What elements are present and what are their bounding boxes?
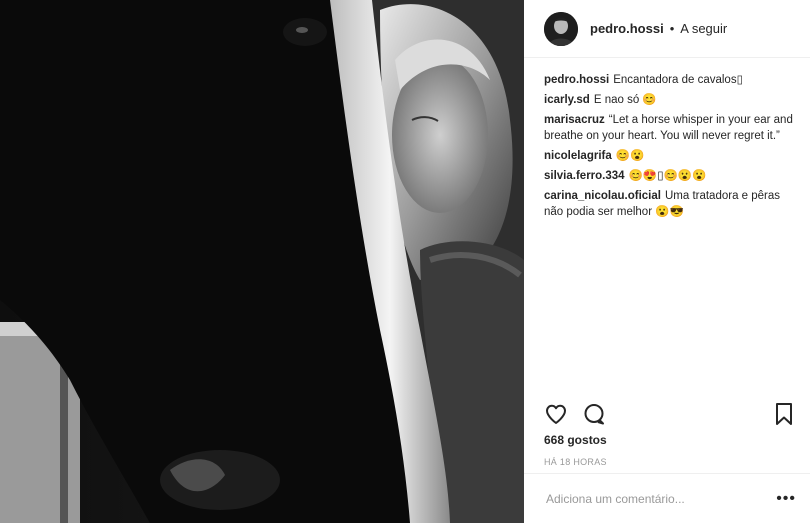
comment-username[interactable]: nicolelagrifa (544, 150, 612, 162)
post-sidebar: pedro.hossi • A seguir pedro.hossi Encant… (524, 0, 810, 523)
comment-text: 😊😍▯😊😮😮 (628, 170, 707, 182)
comment-username[interactable]: marisacruz (544, 114, 605, 126)
comment-text: E nao só 😊 (593, 94, 657, 106)
comment-input[interactable] (544, 490, 777, 507)
likes-count[interactable]: 668 gostos (544, 433, 607, 447)
post-header: pedro.hossi • A seguir (524, 0, 810, 58)
comment-text: Encantadora de cavalos▯ (613, 74, 743, 86)
action-bar (544, 398, 794, 430)
comment-icon[interactable] (582, 402, 606, 426)
comments-list: pedro.hossi Encantadora de cavalos▯ icarl… (524, 58, 810, 220)
post-photo[interactable] (0, 0, 524, 523)
comment-text: 😊😮 (615, 150, 645, 162)
comment-username[interactable]: pedro.hossi (544, 74, 609, 86)
comment-item: marisacruz “Let a horse whisper in your e… (544, 112, 794, 144)
post-photo-image (0, 0, 524, 523)
comment-item: nicolelagrifa 😊😮 (544, 148, 794, 164)
comment-item: carina_nicolau.oficial Uma tratadora e pê… (544, 188, 794, 220)
comment-username[interactable]: icarly.sd (544, 94, 590, 106)
separator-dot: • (669, 21, 675, 36)
follow-button[interactable]: A seguir (680, 21, 727, 36)
heart-icon[interactable] (544, 402, 568, 426)
avatar[interactable] (544, 11, 578, 46)
comment-item: icarly.sd E nao só 😊 (544, 92, 794, 108)
post-timestamp: HÁ 18 HORAS (544, 457, 607, 467)
comment-item: pedro.hossi Encantadora de cavalos▯ (544, 72, 794, 88)
avatar-image (544, 11, 578, 46)
bookmark-icon[interactable] (774, 402, 794, 426)
header-username[interactable]: pedro.hossi (590, 21, 664, 36)
post-view: pedro.hossi • A seguir pedro.hossi Encant… (0, 0, 810, 523)
comment-item: silvia.ferro.334 😊😍▯😊😮😮 (544, 168, 794, 184)
add-comment-bar: ••• (524, 473, 810, 523)
comment-username[interactable]: carina_nicolau.oficial (544, 190, 661, 202)
comment-username[interactable]: silvia.ferro.334 (544, 170, 625, 182)
more-options-button[interactable]: ••• (776, 490, 796, 508)
